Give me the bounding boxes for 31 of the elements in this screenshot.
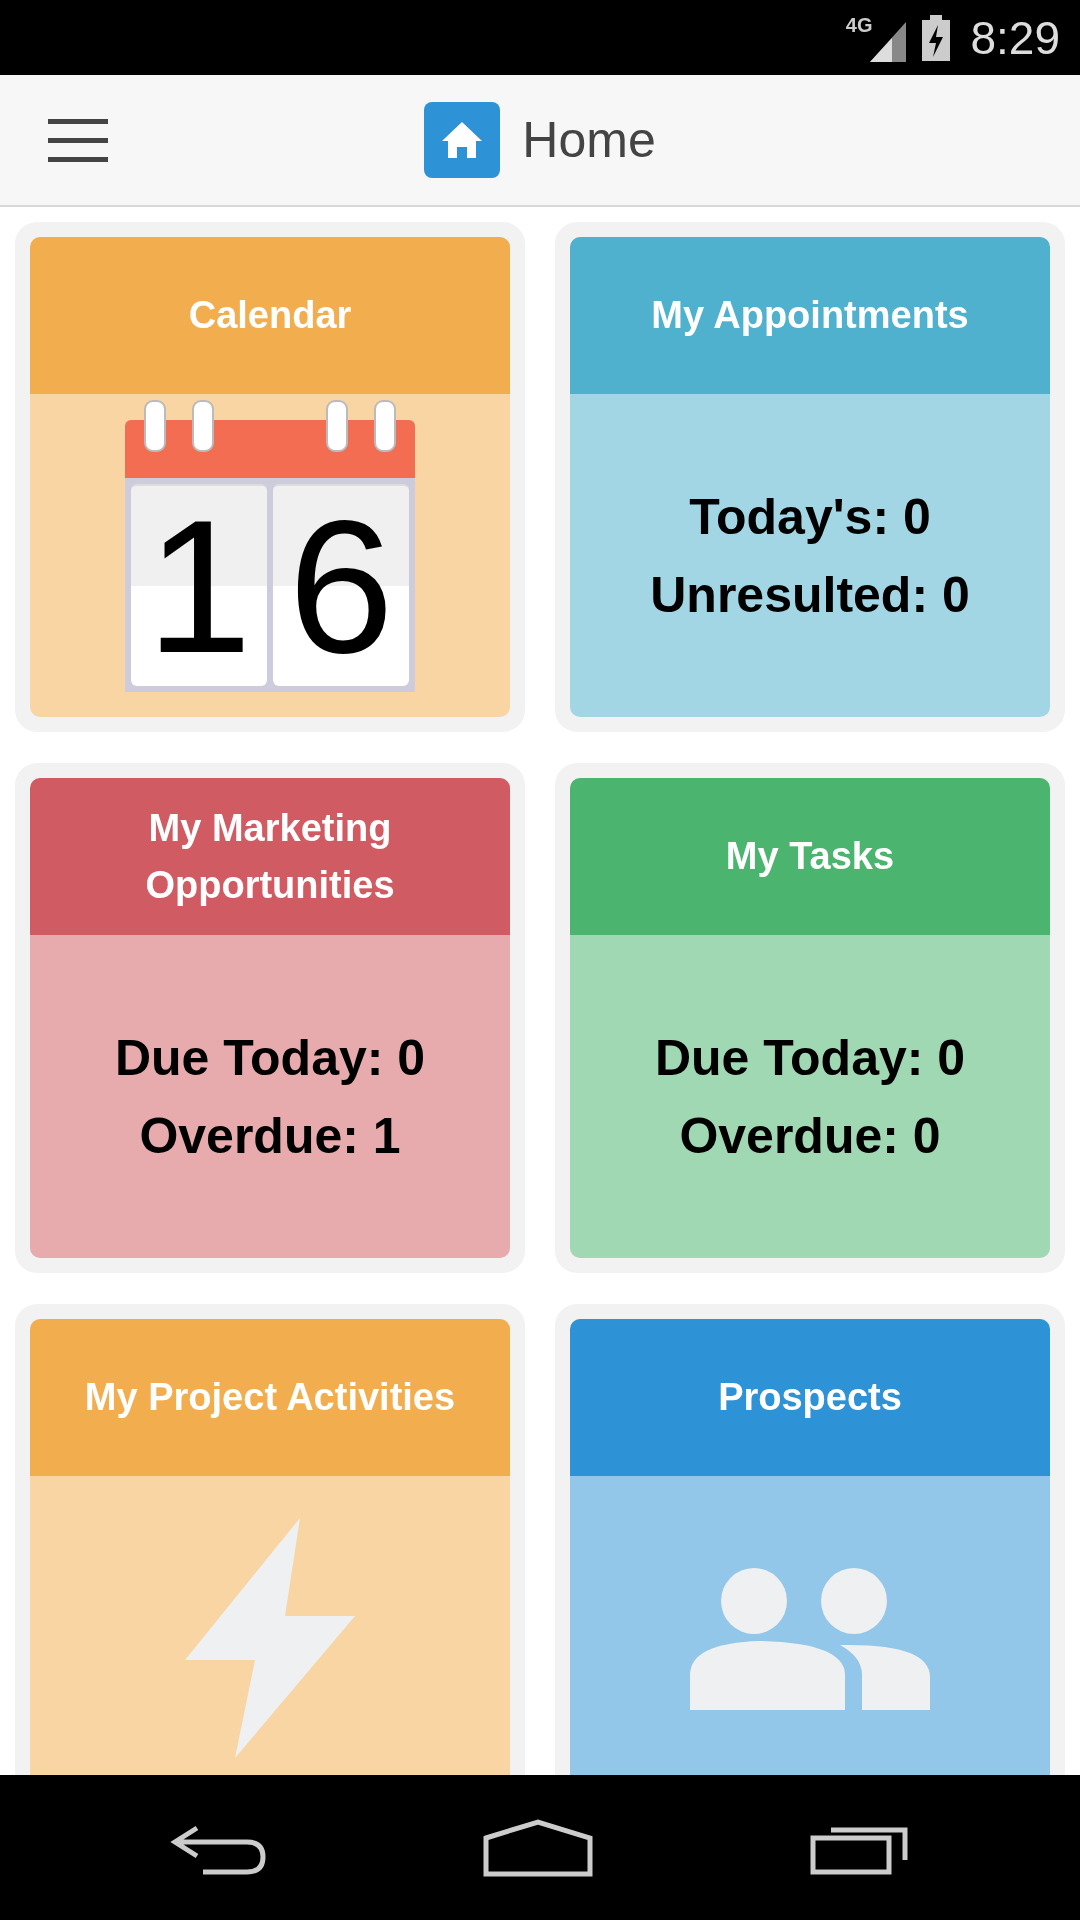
stat-line: Due Today: 0 — [114, 1028, 426, 1087]
home-icon — [424, 102, 501, 178]
calendar-digit: 1 — [146, 490, 252, 681]
stat-line: Overdue: 0 — [679, 1106, 941, 1165]
tile-card[interactable]: My Tasks Due Today: 0 Overdue: 0 — [555, 763, 1065, 1273]
binder-ring — [326, 399, 348, 452]
people-icon — [690, 1565, 930, 1710]
lightning-icon — [185, 1517, 355, 1758]
tile-card[interactable]: My Marketing Opportunities Due Today: 0 Overdue: 1 — [15, 763, 525, 1273]
stat-line: Due Today: 0 — [654, 1028, 966, 1087]
tile-title: My Appointments — [651, 293, 969, 338]
tile-title: My Project Activities — [84, 1375, 456, 1420]
stat-line: Today's: 0 — [689, 487, 931, 546]
tile-title: My Tasks — [725, 834, 895, 879]
binder-ring — [374, 399, 396, 452]
signal-icon — [870, 21, 907, 62]
tile-title: My Marketing Opportunities — [144, 805, 396, 908]
calendar-digit: 6 — [288, 490, 394, 681]
stat-line: Unresulted: 0 — [650, 565, 970, 624]
network-label: 4G — [845, 14, 873, 37]
binder-ring — [144, 399, 166, 452]
tile-title: Calendar — [188, 293, 352, 338]
tile-title: Prospects — [718, 1375, 902, 1420]
screen-title: Home — [522, 111, 656, 169]
battery-icon — [922, 14, 951, 61]
binder-ring — [192, 399, 214, 452]
stat-line: Overdue: 1 — [139, 1106, 401, 1165]
home-nav-icon[interactable] — [482, 1817, 594, 1878]
menu-icon[interactable] — [48, 119, 108, 163]
clock: 8:29 — [970, 10, 1060, 65]
tile-card[interactable]: My Appointments Today's: 0 Unresulted: 0 — [555, 222, 1065, 732]
